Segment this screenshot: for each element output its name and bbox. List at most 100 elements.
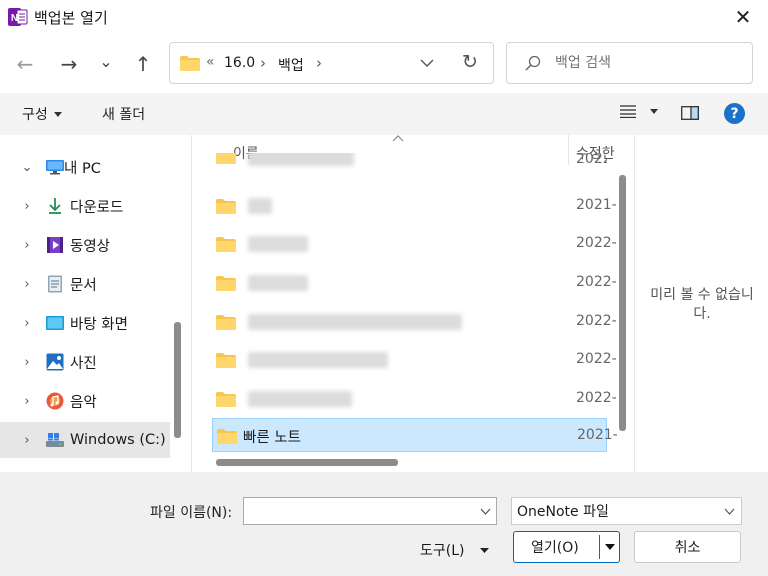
cancel-button[interactable]: 취소 <box>634 531 741 563</box>
blurred-file-name <box>248 236 308 252</box>
chevron-right-icon[interactable]: › <box>20 277 34 292</box>
recent-locations-button[interactable]: ⌄ <box>91 46 121 76</box>
sort-ascending-icon <box>392 135 404 142</box>
chevron-right-icon[interactable]: › <box>20 355 34 370</box>
breadcrumb-separator[interactable]: › <box>260 54 266 72</box>
download-icon <box>49 198 61 214</box>
search-box[interactable] <box>506 42 753 84</box>
refresh-icon[interactable]: ↻ <box>462 51 478 73</box>
chevron-right-icon[interactable]: › <box>20 394 34 409</box>
file-list-vertical-scrollbar[interactable] <box>619 175 626 431</box>
organize-menu-button[interactable]: 구성 <box>22 104 62 124</box>
file-row[interactable]: 2022- <box>212 265 616 301</box>
breadcrumb-separator[interactable]: › <box>316 54 322 72</box>
arrow-left-icon: ← <box>16 52 34 76</box>
forward-button[interactable]: → <box>54 49 84 79</box>
file-date: 2021- <box>577 427 617 443</box>
filename-label: 파일 이름(N): <box>150 505 233 521</box>
file-type-value: OneNote 파일 <box>517 504 609 520</box>
open-options-button[interactable] <box>600 532 620 562</box>
chevron-down-icon <box>724 508 735 515</box>
new-folder-button[interactable]: 새 폴더 <box>102 104 145 124</box>
file-date: 2022- <box>576 351 616 367</box>
file-date: 2021- <box>576 197 616 213</box>
sidebar-item-music[interactable]: › 음악 <box>0 383 170 419</box>
caret-down-icon <box>650 109 658 114</box>
preview-pane-button[interactable] <box>681 106 699 120</box>
file-row[interactable]: 2021- <box>212 188 616 224</box>
tools-menu-button[interactable]: 도구(L) <box>420 540 490 560</box>
navigation-pane-scrollbar[interactable] <box>174 322 181 438</box>
file-list-horizontal-scrollbar[interactable] <box>216 459 398 466</box>
chevron-right-icon[interactable]: › <box>20 316 34 331</box>
open-button[interactable]: 열기(O) <box>513 531 620 563</box>
sidebar-item-label: 내 PC <box>64 160 101 177</box>
chevron-down-icon[interactable] <box>420 58 434 68</box>
chevron-down-icon[interactable] <box>480 508 491 515</box>
sidebar-item-videos[interactable]: › 동영상 <box>0 227 170 263</box>
desktop-icon <box>46 316 64 330</box>
onenote-app-icon: N <box>8 7 28 27</box>
preview-message-line: 미리 볼 수 없습니 <box>650 287 754 303</box>
filename-combobox[interactable] <box>243 497 497 525</box>
sidebar-item-label: 바탕 화면 <box>70 316 128 333</box>
chevron-right-icon[interactable]: › <box>20 238 34 253</box>
sidebar-item-this-pc[interactable]: ⌄ 내 PC <box>0 149 170 185</box>
back-button[interactable]: ← <box>10 49 40 79</box>
file-type-select[interactable]: OneNote 파일 <box>511 497 742 525</box>
file-date: 2022- <box>576 274 616 290</box>
file-date: 2022- <box>576 153 607 167</box>
caret-down-icon <box>53 111 62 117</box>
sidebar-item-label: 음악 <box>70 394 97 411</box>
preview-message-line: 다. <box>693 306 711 322</box>
tools-label: 도구(L) <box>420 543 465 559</box>
sidebar-item-label: 다운로드 <box>70 199 124 216</box>
close-icon: ✕ <box>734 5 752 29</box>
view-options-button[interactable] <box>620 105 658 118</box>
pc-icon <box>46 160 64 175</box>
preview-unavailable-message: 미리 볼 수 없습니 다. <box>640 286 764 324</box>
sidebar-item-label: 사진 <box>70 355 97 372</box>
list-view-icon <box>620 105 636 118</box>
sidebar-item-desktop[interactable]: › 바탕 화면 <box>0 305 170 341</box>
caret-down-icon <box>605 544 615 550</box>
new-folder-label: 새 폴더 <box>102 107 146 123</box>
chevron-right-icon[interactable]: › <box>20 199 34 214</box>
file-row[interactable]: 2022- <box>212 153 607 175</box>
file-list: 이름 수정한 2022- 2021- 2022- 2022- <box>191 135 635 472</box>
sidebar-item-downloads[interactable]: › 다운로드 <box>0 188 170 224</box>
file-row-selected[interactable]: 빠른 노트 2021- <box>212 418 617 452</box>
sidebar-item-label: 동영상 <box>70 238 111 255</box>
breadcrumb-item-16[interactable]: 16.0 <box>224 55 255 71</box>
file-name: 빠른 노트 <box>243 430 301 446</box>
breadcrumb-overflow[interactable]: « <box>206 54 215 70</box>
caret-down-icon <box>480 547 490 553</box>
folder-icon <box>217 429 237 444</box>
title-bar <box>0 0 768 34</box>
music-icon <box>46 392 64 410</box>
up-button[interactable]: ↑ <box>128 49 158 79</box>
file-row[interactable]: 2022- <box>212 381 616 417</box>
file-date: 2022- <box>576 313 616 329</box>
drive-icon <box>46 433 64 447</box>
cancel-label: 취소 <box>674 540 701 556</box>
address-bar[interactable]: « 16.0 › 백업 › ↻ <box>169 42 494 84</box>
chevron-right-icon[interactable]: › <box>20 433 34 448</box>
file-row[interactable]: 2022- <box>212 226 616 262</box>
close-button[interactable]: ✕ <box>726 2 760 32</box>
file-row[interactable]: 2022- <box>212 342 616 378</box>
file-row[interactable]: 2022- <box>212 304 616 340</box>
sidebar-item-pictures[interactable]: › 사진 <box>0 344 170 380</box>
navigation-pane: ⌄ 내 PC › 다운로드 › 동영상 › 문서 › 바탕 화면 › 사진 › … <box>0 135 191 472</box>
sidebar-item-documents[interactable]: › 문서 <box>0 266 170 302</box>
chevron-down-icon[interactable]: ⌄ <box>20 160 34 175</box>
search-input[interactable] <box>553 51 737 75</box>
organize-label: 구성 <box>22 107 48 123</box>
folder-icon <box>216 315 236 330</box>
help-button[interactable]: ? <box>724 103 745 124</box>
folder-icon <box>216 199 236 214</box>
sidebar-item-windows-c[interactable]: › Windows (C:) <box>0 422 170 458</box>
document-icon <box>48 275 62 293</box>
breadcrumb-item-backup[interactable]: 백업 <box>278 55 304 75</box>
filename-input[interactable] <box>248 501 472 523</box>
